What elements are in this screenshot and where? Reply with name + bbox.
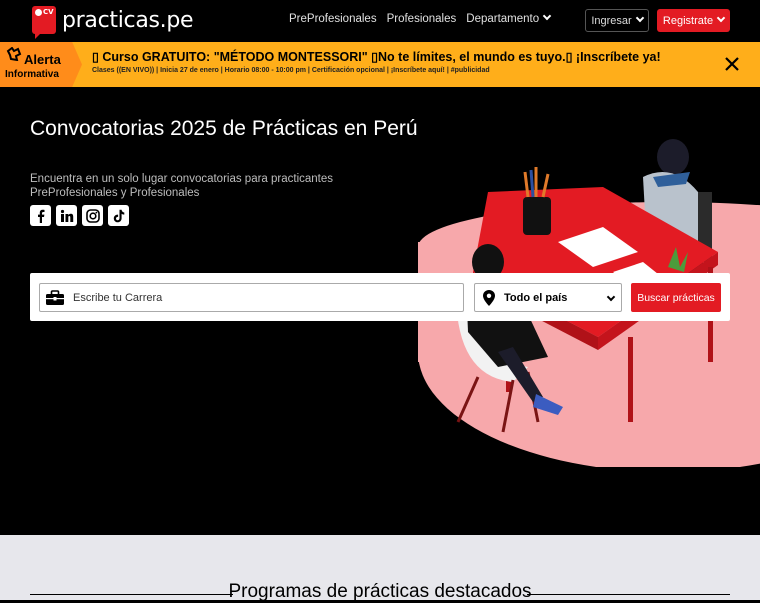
- alert-title: Alerta: [24, 52, 61, 67]
- map-pin-icon: [483, 289, 495, 306]
- career-search-field[interactable]: [39, 283, 464, 312]
- alert-details: Clases ((EN VIVO)) | Inicia 27 de enero …: [92, 67, 490, 74]
- briefcase-icon: [46, 289, 64, 305]
- chevron-down-icon: [635, 13, 644, 22]
- search-button-label: Buscar prácticas: [637, 291, 715, 304]
- instagram-icon[interactable]: [82, 205, 103, 226]
- hero-subtitle: Encuentra en un solo lugar convocatorias…: [30, 173, 334, 199]
- hero-section: Convocatorias 2025 de Prácticas en Perú …: [0, 87, 760, 535]
- login-label: Ingresar: [591, 14, 632, 27]
- alert-banner[interactable]: Alerta Informativa ▯ Curso GRATUITO: "MÉ…: [0, 42, 760, 87]
- nav-link-profesionales[interactable]: Profesionales: [387, 13, 457, 25]
- chevron-down-icon: [606, 292, 616, 302]
- register-label: Registrate: [662, 14, 714, 27]
- social-links: [30, 205, 129, 226]
- chevron-down-icon: [716, 13, 726, 22]
- top-navbar: CV practicas.pe PreProfesionales Profesi…: [0, 0, 760, 42]
- alert-message[interactable]: ▯ Curso GRATUITO: "MÉTODO MONTESSORI" ▯N…: [92, 49, 661, 64]
- nav-dropdown-departamento[interactable]: Departamento: [466, 11, 552, 25]
- alert-tag: Alerta Informativa: [0, 42, 82, 87]
- logo-text: practicas.pe: [62, 7, 194, 33]
- logo-badge-text: CV: [43, 8, 54, 16]
- close-icon[interactable]: [722, 54, 742, 74]
- alert-subtitle: Informativa: [5, 69, 59, 80]
- hero-title: Convocatorias 2025 de Prácticas en Perú: [30, 117, 418, 140]
- linkedin-icon[interactable]: [56, 205, 77, 226]
- logo[interactable]: CV practicas.pe: [32, 6, 194, 39]
- puzzle-icon: [6, 47, 22, 61]
- location-select[interactable]: Todo el país: [474, 283, 622, 312]
- search-panel: Todo el país Buscar prácticas: [30, 273, 730, 321]
- logo-badge-icon: CV: [32, 6, 56, 39]
- featured-section: Programas de prácticas destacados: [0, 535, 760, 602]
- divider-right: [527, 594, 730, 595]
- nav-link-preprofesionales[interactable]: PreProfesionales: [289, 13, 377, 25]
- nav-dropdown-label: Departamento: [466, 13, 540, 25]
- login-button[interactable]: Ingresar: [585, 9, 649, 32]
- chevron-down-icon: [542, 11, 552, 21]
- career-search-input[interactable]: [71, 290, 451, 305]
- search-button[interactable]: Buscar prácticas: [631, 283, 721, 312]
- location-select-value: Todo el país: [504, 291, 568, 304]
- register-button[interactable]: Registrate: [657, 9, 730, 32]
- tiktok-icon[interactable]: [108, 205, 129, 226]
- facebook-icon[interactable]: [30, 205, 51, 226]
